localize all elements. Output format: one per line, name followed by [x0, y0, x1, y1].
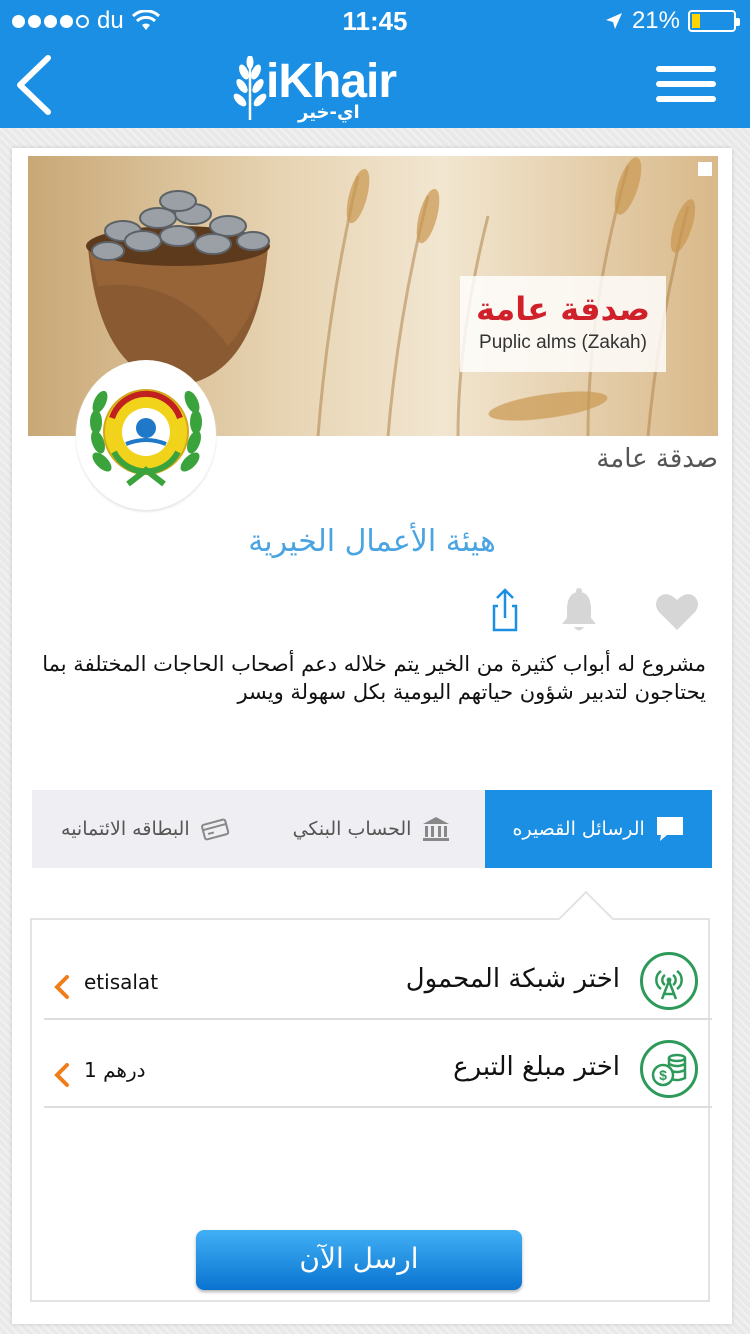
heart-icon: [656, 594, 698, 630]
tab-label: الحساب البنكي: [292, 818, 412, 840]
project-type: صدقة عامة: [596, 444, 718, 474]
menu-button[interactable]: [656, 66, 716, 102]
chat-icon: [656, 817, 683, 841]
banner-title-en: Puplic alms (Zakah): [479, 332, 647, 353]
app-header: du 11:45 21% iKhair اي-خير: [0, 0, 750, 128]
tab-label: الرسائل القصيره: [512, 818, 645, 840]
project-description: مشروع له أبواب كثيرة من الخير يتم خلاله …: [42, 652, 706, 704]
project-card: صدقة عامة Puplic alms (Zakah) صدقة عامة …: [12, 148, 732, 1324]
tab-bank-account[interactable]: الحساب البنكي: [259, 790, 486, 868]
battery-icon: [688, 10, 740, 32]
network-value: etisalat: [84, 970, 159, 994]
banner-title-ar: صدقة عامة: [476, 290, 650, 328]
notify-button[interactable]: [554, 586, 604, 636]
organization-name[interactable]: هيئة الأعمال الخيرية: [12, 524, 732, 559]
battery-percent: 21%: [631, 7, 680, 34]
svg-text:$: $: [659, 1067, 667, 1083]
org-logo: [76, 360, 216, 510]
app-logo: iKhair اي-خير: [228, 52, 428, 124]
chevron-left-icon: [54, 1063, 69, 1087]
back-button[interactable]: [8, 52, 68, 118]
bell-icon: [562, 588, 596, 631]
human-appeal-logo-image: [88, 374, 204, 490]
money-coins-icon: $: [651, 1053, 687, 1087]
favorite-button[interactable]: [652, 586, 702, 636]
chevron-left-icon: [17, 55, 51, 115]
tab-label: البطاقه الائتمانيه: [61, 818, 190, 840]
sms-donation-form: اختر شبكة المحمول etisalat $ اختر مبلغ ا…: [30, 890, 712, 1302]
chevron-left-icon: [54, 975, 69, 999]
network-icon: [640, 952, 698, 1010]
antenna-icon: [655, 969, 683, 1000]
send-now-button[interactable]: ارسل الآن: [196, 1230, 522, 1290]
banner-caption: صدقة عامة Puplic alms (Zakah): [460, 276, 666, 372]
share-icon: [492, 588, 518, 632]
tab-credit-card[interactable]: البطاقه الائتمانيه: [32, 790, 259, 868]
banner-corner-marker: [698, 162, 712, 176]
network-label: اختر شبكة المحمول: [405, 964, 620, 994]
logo-subtext: اي-خير: [298, 102, 360, 123]
amount-value: 1 درهم: [84, 1058, 146, 1082]
status-bar: du 11:45 21%: [0, 0, 750, 40]
amount-label: اختر مبلغ التبرع: [453, 1052, 620, 1082]
amount-select[interactable]: $ اختر مبلغ التبرع 1 درهم: [44, 1020, 712, 1108]
share-button[interactable]: [480, 586, 530, 636]
project-actions: [12, 586, 732, 636]
amount-icon: $: [640, 1040, 698, 1098]
bank-icon: [423, 817, 450, 841]
location-arrow-icon: [605, 13, 622, 29]
credit-card-icon: [200, 818, 229, 841]
tab-sms[interactable]: الرسائل القصيره: [485, 790, 712, 868]
logo-text: iKhair: [266, 55, 397, 108]
battery-area: 21%: [604, 7, 740, 35]
payment-method-tabs: الرسائل القصيره الحساب البنكي البطاقه ال…: [32, 790, 712, 868]
network-select[interactable]: اختر شبكة المحمول etisalat: [44, 932, 712, 1020]
